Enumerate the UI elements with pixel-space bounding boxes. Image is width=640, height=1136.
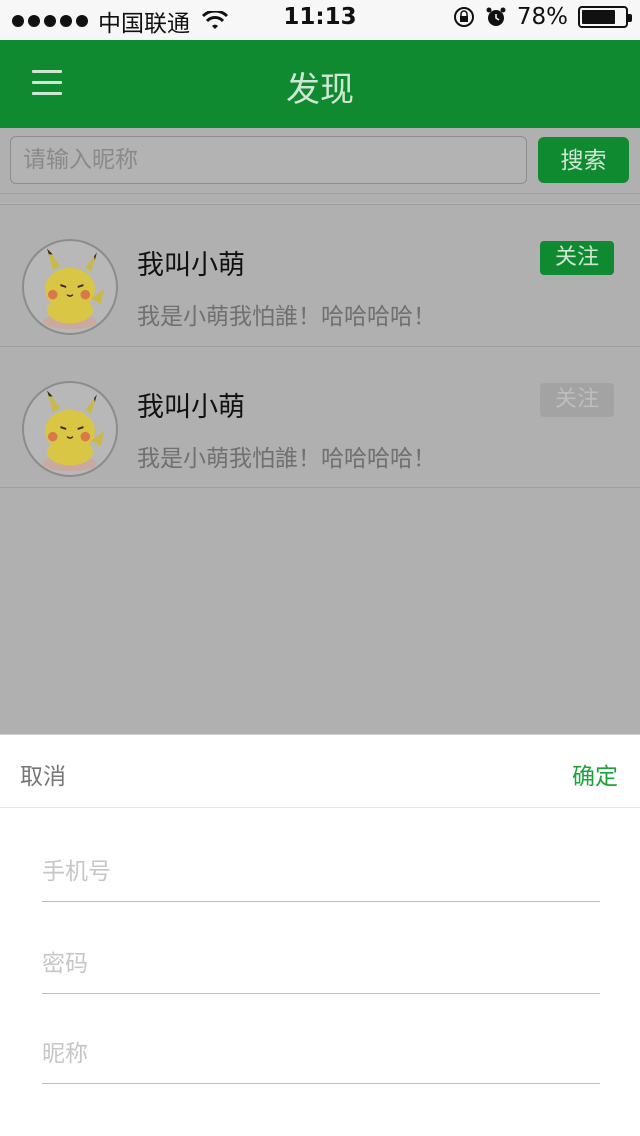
user-name: 我叫小萌	[137, 392, 245, 423]
avatar	[22, 239, 118, 335]
cancel-button[interactable]: 取消	[20, 757, 66, 791]
nickname-field[interactable]	[42, 1024, 600, 1084]
search-bar: 搜索	[0, 128, 640, 194]
battery-fill	[582, 10, 615, 24]
search-input[interactable]	[10, 136, 527, 184]
rotation-lock-icon	[453, 7, 474, 27]
user-bio: 我是小萌我怕誰！哈哈哈哈！	[137, 304, 436, 330]
search-button[interactable]: 搜索	[538, 137, 629, 183]
avatar	[22, 381, 118, 477]
user-bio: 我是小萌我怕誰！哈哈哈哈！	[137, 446, 436, 472]
password-field[interactable]	[42, 934, 600, 994]
page-title: 发现	[286, 70, 354, 110]
nav-bar: 发现	[0, 40, 640, 128]
confirm-button[interactable]: 确定	[572, 757, 618, 791]
user-name: 我叫小萌	[137, 250, 245, 281]
follow-button[interactable]: 关注	[540, 241, 614, 275]
phone-field[interactable]	[42, 842, 600, 902]
status-bar: 中国联通 11:13 78%	[0, 0, 640, 40]
pikachu-avatar-icon	[43, 248, 105, 330]
alarm-icon	[486, 7, 506, 26]
status-right: 78%	[453, 4, 632, 30]
battery-percent: 78%	[516, 4, 568, 30]
user-list: 我叫小萌 我是小萌我怕誰！哈哈哈哈！ 关注 我叫小萌 我是小萌我怕誰！哈哈哈哈！…	[0, 204, 640, 488]
list-item[interactable]: 我叫小萌 我是小萌我怕誰！哈哈哈哈！ 关注	[0, 346, 640, 488]
bottom-sheet: 取消 确定	[0, 734, 640, 1136]
battery-icon	[578, 6, 632, 28]
sheet-header: 取消 确定	[0, 734, 640, 808]
follow-button[interactable]: 关注	[540, 383, 614, 417]
list-item[interactable]: 我叫小萌 我是小萌我怕誰！哈哈哈哈！ 关注	[0, 204, 640, 346]
pikachu-avatar-icon	[43, 390, 105, 472]
